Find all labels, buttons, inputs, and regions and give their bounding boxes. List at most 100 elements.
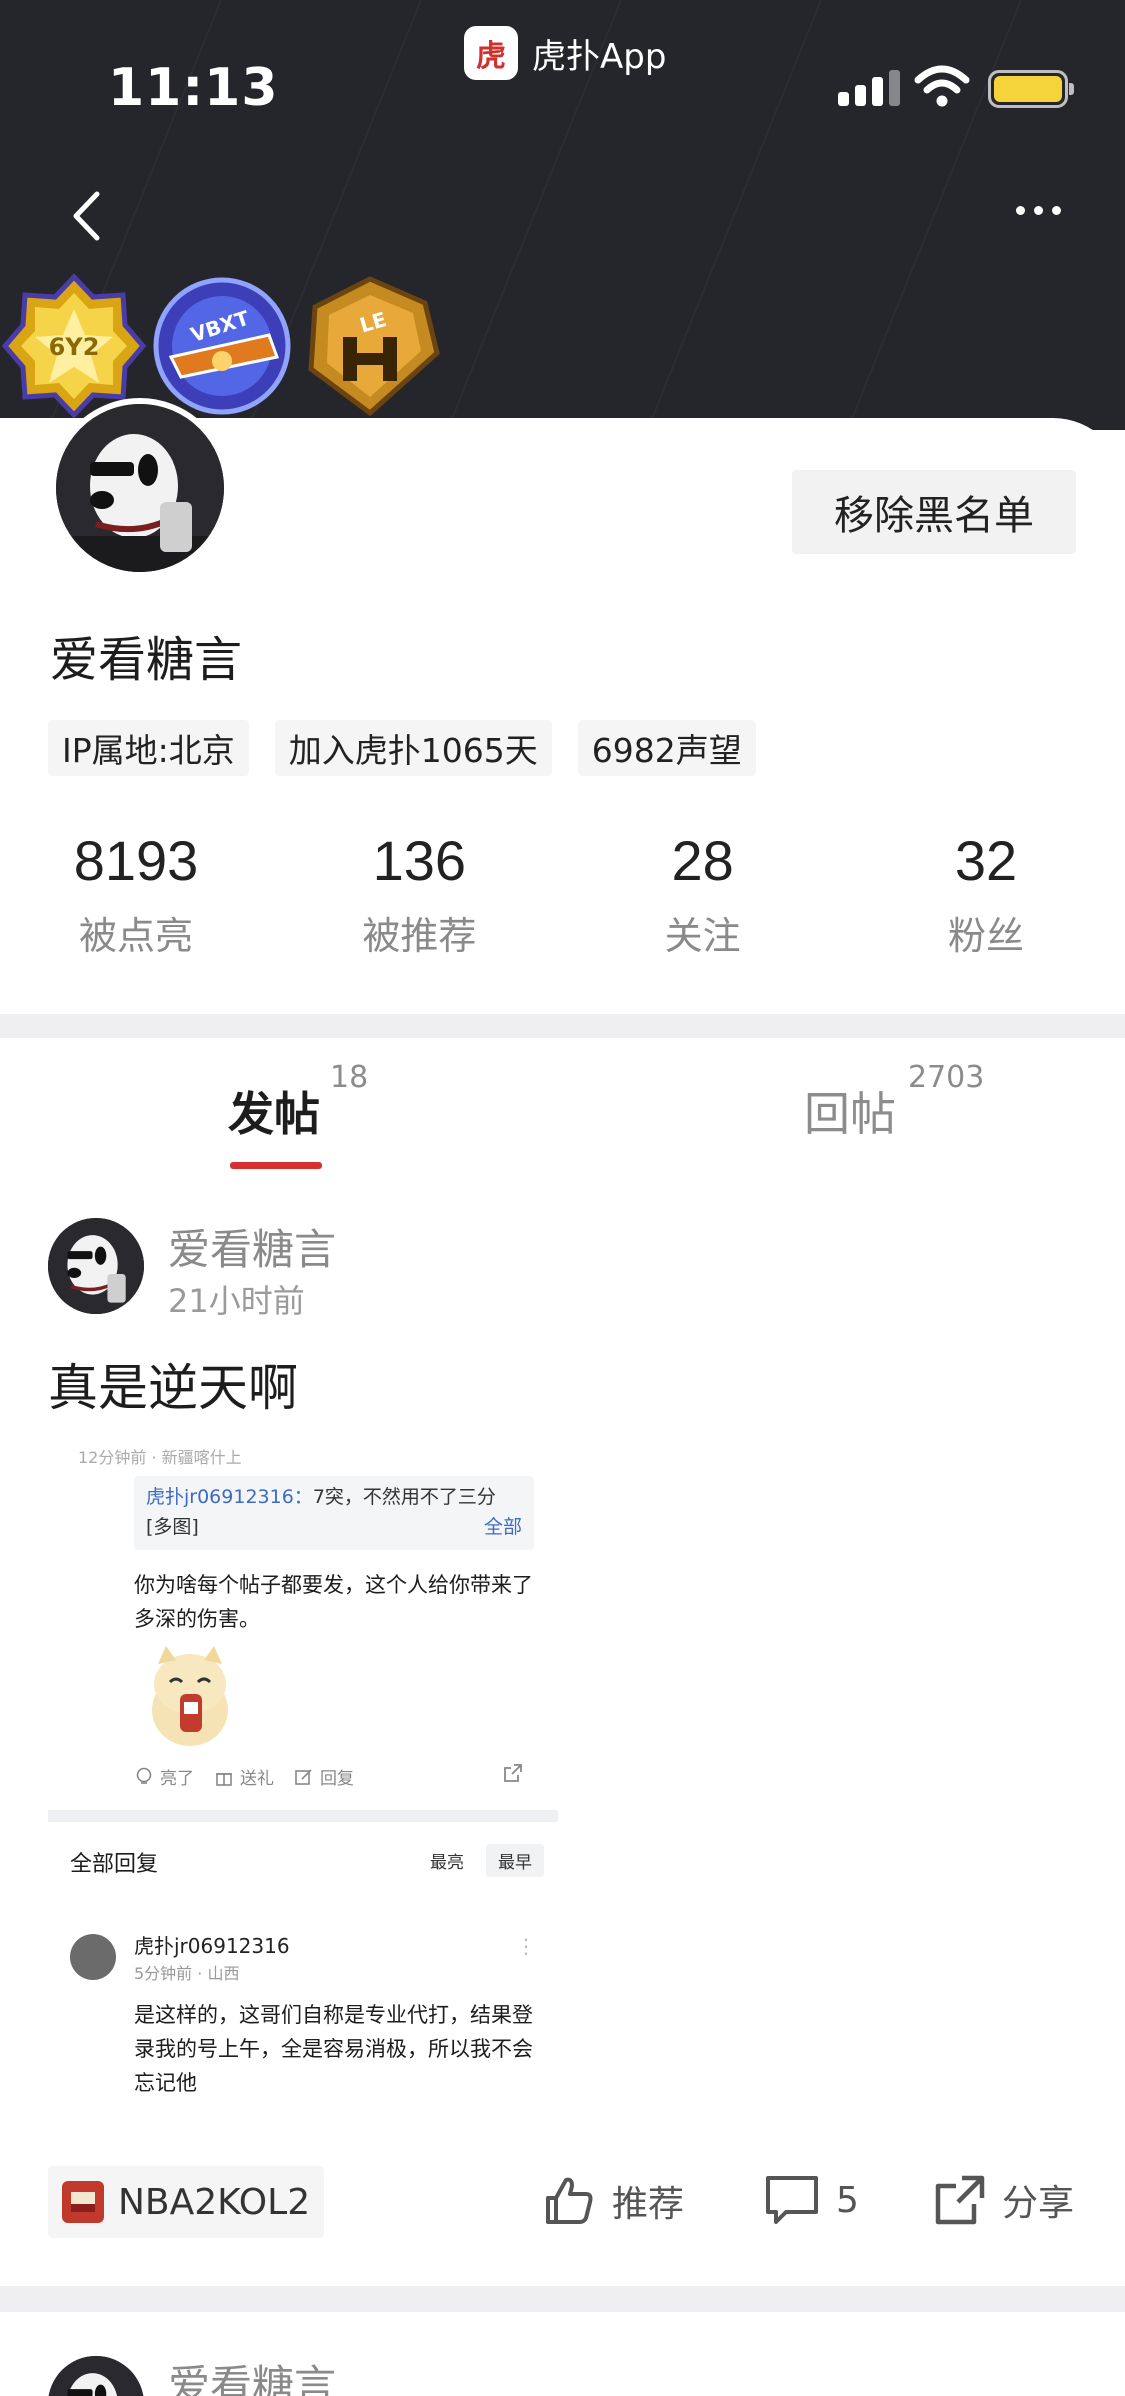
sort-brightest: 最亮 bbox=[430, 1853, 464, 1873]
comment-count: 5 bbox=[836, 2179, 859, 2221]
join-days-chip: 加入虎扑1065天 bbox=[274, 720, 552, 776]
section-divider bbox=[0, 1014, 1125, 1038]
quote-text: 7突，不然用不了三分 bbox=[312, 1486, 496, 1508]
screenshot-light-action: 亮了 bbox=[134, 1764, 194, 1789]
cellular-signal-icon bbox=[838, 68, 900, 106]
gold-shield-badge[interactable]: LE bbox=[296, 272, 444, 420]
comment-button[interactable]: 5 bbox=[764, 2174, 859, 2226]
recommend-button[interactable]: 推荐 bbox=[542, 2174, 684, 2228]
stat-recommended[interactable]: 136 被推荐 bbox=[319, 828, 519, 960]
post-tabs: 发帖 18 回帖 2703 bbox=[0, 1038, 1125, 1188]
forum-name: NBA2KOL2 bbox=[118, 2181, 311, 2223]
tab-label: 回帖 bbox=[804, 1087, 896, 1141]
screenshot-upper: 12分钟前 · 新疆喀什上 虎扑jr06912316：7突，不然用不了三分 [多… bbox=[48, 1448, 558, 1810]
share-icon bbox=[504, 1764, 522, 1782]
badge-row: 6Y2 VBXT LE bbox=[0, 272, 444, 420]
quote-tag: [多图] bbox=[146, 1516, 199, 1538]
stat-label: 被推荐 bbox=[362, 914, 477, 958]
gold-medal-icon: 6Y2 bbox=[1, 273, 147, 419]
reply-more-icon: ⋮ bbox=[516, 1934, 536, 1958]
post-author-avatar[interactable] bbox=[48, 2356, 144, 2396]
avatar-dog-image bbox=[48, 1218, 144, 1314]
stat-value: 8193 bbox=[73, 829, 199, 892]
stat-value: 28 bbox=[671, 829, 734, 892]
stat-followers[interactable]: 32 粉丝 bbox=[886, 828, 1086, 960]
stat-value: 136 bbox=[372, 829, 467, 892]
screenshot-reply-text: 你为啥每个帖子都要发，这个人给你带来了多深的伤害。 bbox=[134, 1573, 533, 1631]
screenshot-cut-text: 12分钟前 · 新疆喀什上 bbox=[78, 1448, 242, 1467]
reply-meta: 5分钟前 · 山西 bbox=[134, 1964, 240, 1983]
profile-header: 11:13 虎 虎扑App 6Y2 VBXT LE bbox=[0, 0, 1125, 430]
chevron-left-icon bbox=[73, 191, 100, 241]
avatar-dog-image bbox=[56, 404, 224, 572]
tab-replies[interactable]: 回帖 2703 bbox=[804, 1060, 984, 1144]
quote-user: 虎扑jr06912316： bbox=[146, 1486, 313, 1508]
reply-sort: 最亮 最早 bbox=[418, 1844, 544, 1877]
reply-avatar bbox=[70, 1934, 116, 1980]
wifi-icon bbox=[914, 65, 970, 107]
app-name: 虎扑App bbox=[532, 36, 667, 77]
avatar[interactable] bbox=[50, 398, 230, 578]
recommend-label: 推荐 bbox=[612, 2184, 685, 2225]
blue-medal-icon: VBXT bbox=[153, 277, 291, 415]
post-author-name[interactable]: 爱看糖言 bbox=[168, 1216, 336, 1277]
remove-blacklist-button[interactable]: 移除黑名单 bbox=[792, 470, 1076, 554]
tab-label: 发帖 bbox=[228, 1087, 320, 1141]
more-dots-icon[interactable] bbox=[1016, 206, 1061, 215]
quote-box: 虎扑jr06912316：7突，不然用不了三分 [多图] 全部 bbox=[134, 1476, 534, 1550]
share-icon bbox=[935, 2175, 985, 2225]
tab-count: 2703 bbox=[908, 1060, 985, 1095]
thumbs-up-icon bbox=[546, 2177, 593, 2224]
ip-location-chip: IP属地:北京 bbox=[48, 720, 249, 776]
stat-following[interactable]: 28 关注 bbox=[603, 828, 803, 960]
username: 爱看糖言 bbox=[50, 632, 243, 688]
profile-stats: 8193 被点亮 136 被推荐 28 关注 32 粉丝 bbox=[36, 828, 1086, 960]
reply-user: 虎扑jr06912316 bbox=[134, 1934, 290, 1958]
post-image[interactable]: 12分钟前 · 新疆喀什上 虎扑jr06912316：7突，不然用不了三分 [多… bbox=[48, 1448, 558, 2128]
app-logo-icon: 虎 bbox=[464, 26, 518, 80]
all-replies-heading: 全部回复 bbox=[70, 1852, 159, 1877]
gift-icon bbox=[216, 1772, 232, 1786]
profile-info-chips: IP属地:北京 加入虎扑1065天 6982声望 bbox=[48, 720, 756, 776]
screenshot-lower: 全部回复 最亮 最早 虎扑jr06912316 5分钟前 · 山西 ⋮ 是这样的… bbox=[48, 1822, 558, 2128]
comment-icon bbox=[766, 2176, 818, 2224]
post-time: 21小时前 bbox=[168, 1282, 305, 1320]
stat-lit[interactable]: 8193 被点亮 bbox=[36, 828, 236, 960]
back-button[interactable] bbox=[64, 186, 108, 246]
forum-logo-icon bbox=[71, 2192, 95, 2212]
stat-value: 32 bbox=[954, 829, 1018, 892]
screenshot-divider bbox=[48, 1810, 558, 1822]
tab-posts[interactable]: 发帖 18 bbox=[228, 1060, 368, 1144]
sort-earliest: 最早 bbox=[486, 1844, 544, 1877]
gold-shield-icon: LE bbox=[308, 276, 440, 417]
screenshot-actions: 亮了 送礼 回复 bbox=[134, 1764, 544, 1789]
share-label: 分享 bbox=[1002, 2183, 1075, 2224]
reply-body: 是这样的，这哥们自称是专业代打，结果登录我的号上午，全是容易消极，所以我不会忘记… bbox=[134, 2003, 533, 2095]
lightbulb-icon bbox=[136, 1767, 152, 1784]
reputation-chip: 6982声望 bbox=[577, 720, 756, 776]
forum-icon bbox=[62, 2181, 104, 2223]
post-author-avatar[interactable] bbox=[48, 1218, 144, 1314]
post-author-name[interactable]: 爱看糖言 bbox=[168, 2352, 336, 2396]
edit-icon bbox=[295, 1768, 312, 1785]
active-tab-indicator bbox=[230, 1162, 322, 1169]
battery-icon bbox=[988, 70, 1074, 108]
stat-label: 关注 bbox=[664, 914, 741, 958]
avatar-dog-image bbox=[48, 2356, 144, 2396]
post-title[interactable]: 真是逆天啊 bbox=[48, 1348, 298, 1420]
status-time: 11:13 bbox=[108, 58, 279, 118]
screenshot-gift-action: 送礼 bbox=[214, 1764, 274, 1789]
section-divider bbox=[0, 2286, 1125, 2312]
screenshot-reply-action: 回复 bbox=[294, 1764, 354, 1789]
app-indicator: 虎 虎扑App bbox=[464, 26, 666, 80]
forum-tag[interactable]: NBA2KOL2 bbox=[48, 2166, 325, 2238]
share-button[interactable]: 分享 bbox=[934, 2174, 1074, 2226]
quote-all-link: 全部 bbox=[483, 1516, 522, 1538]
blue-medal-badge[interactable]: VBXT bbox=[148, 272, 296, 420]
stat-label: 被点亮 bbox=[78, 914, 193, 958]
gold-medal-badge[interactable]: 6Y2 bbox=[0, 272, 148, 420]
svg-text:6Y2: 6Y2 bbox=[49, 333, 100, 361]
profile-card: 移除黑名单 爱看糖言 IP属地:北京 加入虎扑1065天 6982声望 8193… bbox=[0, 398, 1125, 1014]
post-footer: NBA2KOL2 推荐 5 分享 bbox=[0, 2164, 1125, 2240]
cat-sticker-image bbox=[152, 1646, 228, 1746]
